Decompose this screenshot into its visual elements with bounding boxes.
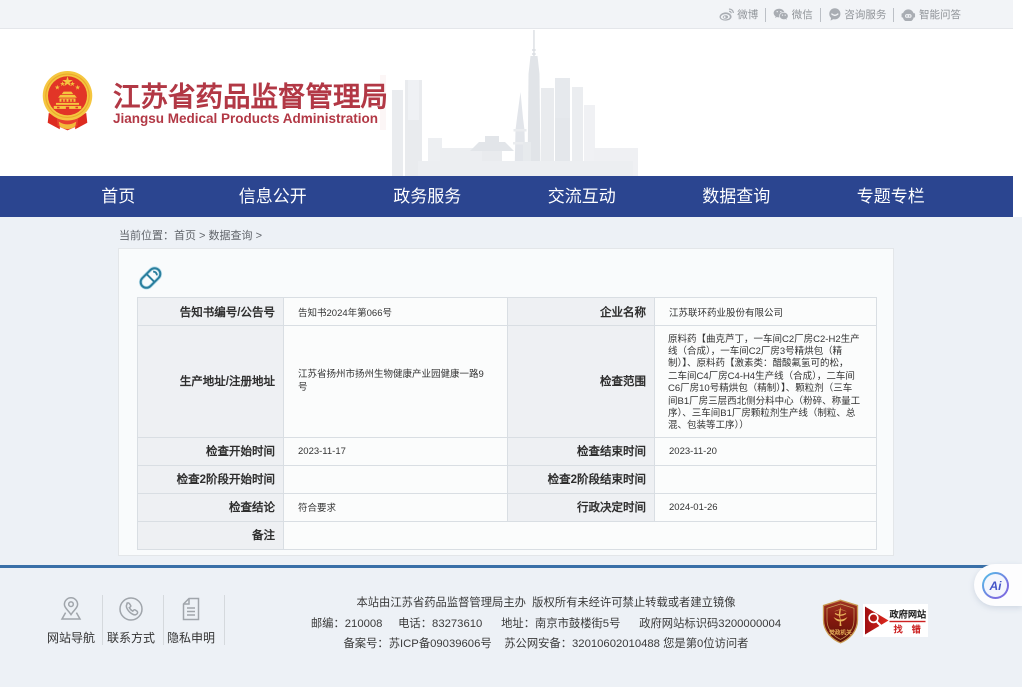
- svg-text:找错: 找错: [894, 624, 929, 635]
- svg-text:党政机关: 党政机关: [828, 629, 852, 637]
- svg-text:政府网站: 政府网站: [890, 609, 928, 620]
